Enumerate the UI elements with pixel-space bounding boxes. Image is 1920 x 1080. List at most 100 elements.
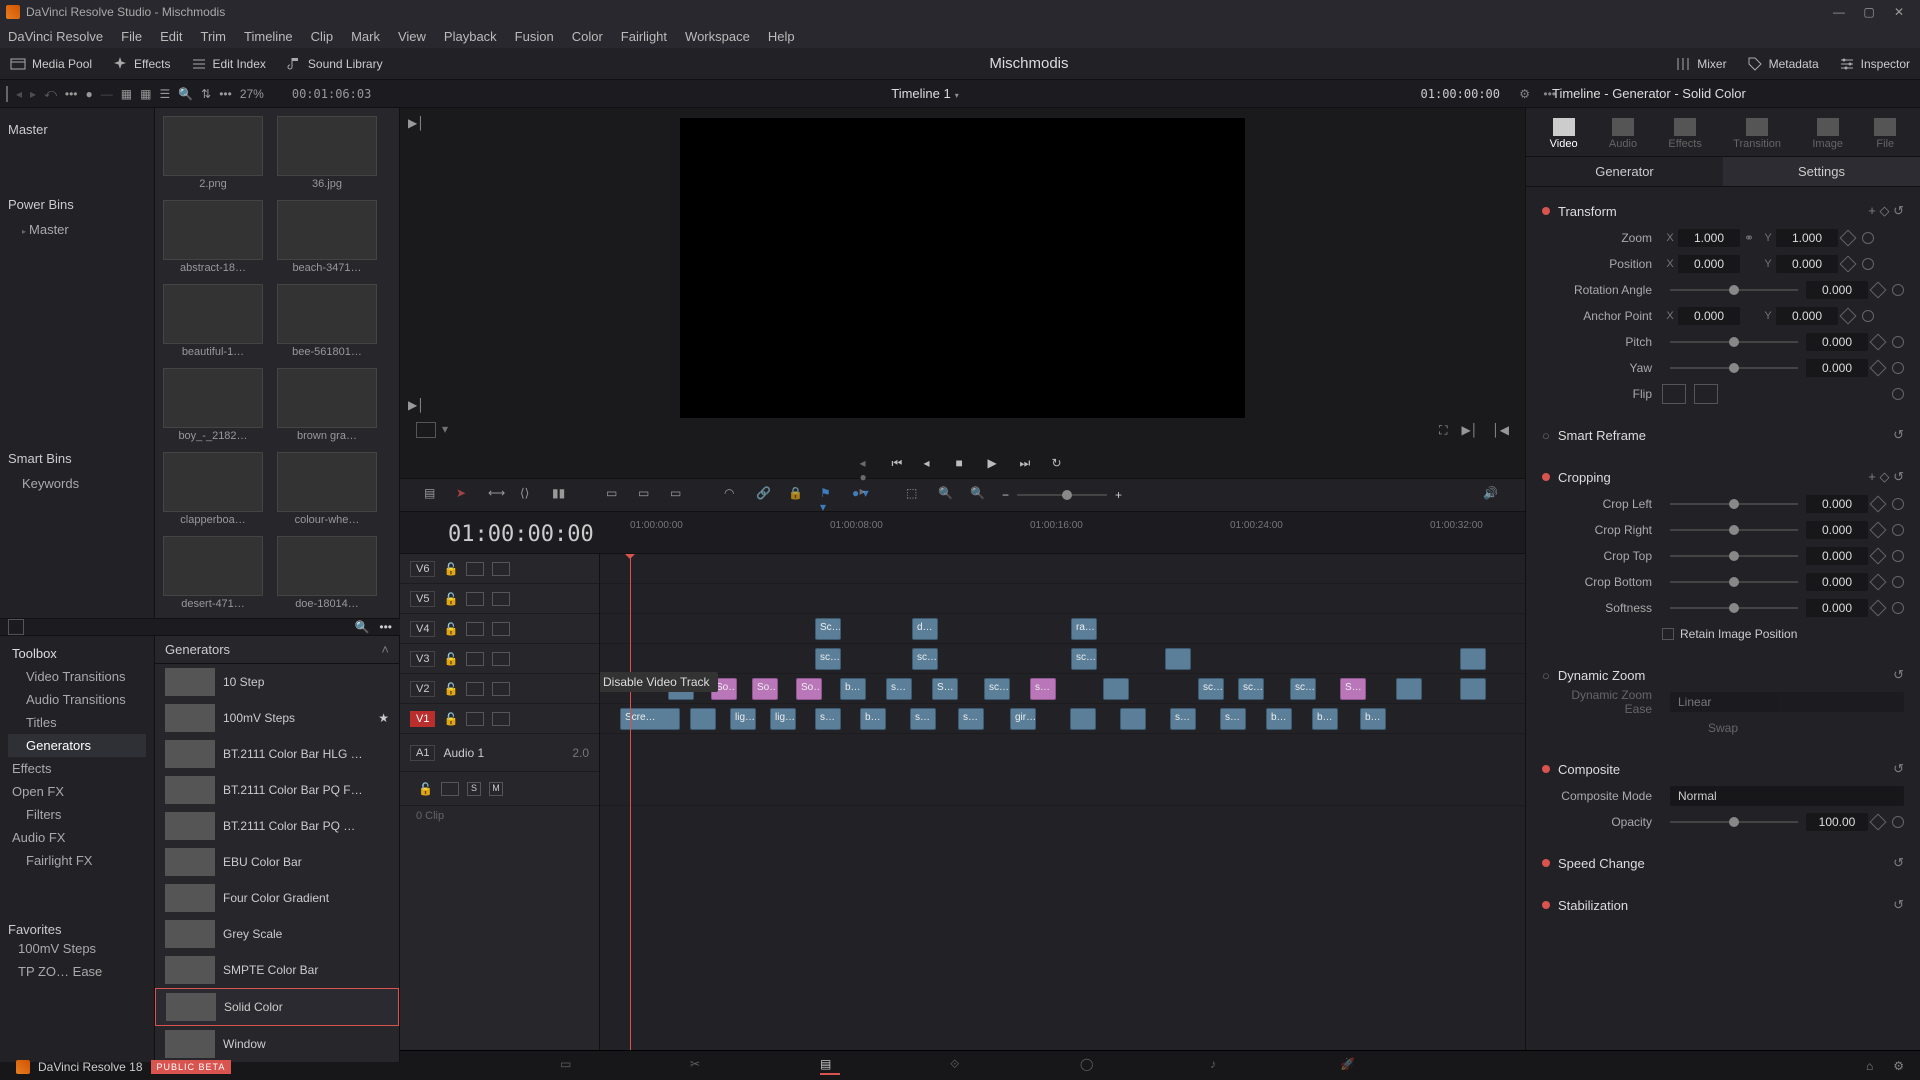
inspector-tab-image[interactable]: Image	[1812, 114, 1843, 154]
media-thumb[interactable]: beautiful-1…	[163, 284, 263, 358]
disable-track-v2[interactable]	[492, 682, 510, 696]
sort-icon[interactable]: ⇅	[201, 87, 211, 101]
mixer-toggle[interactable]: Mixer	[1675, 56, 1726, 72]
track-header-v5[interactable]: V5🔓	[400, 584, 599, 614]
subtab-generator[interactable]: Generator	[1526, 157, 1723, 186]
inspector-tab-effects[interactable]: Effects	[1668, 114, 1701, 154]
timeline-clip[interactable]: lig…	[730, 708, 756, 730]
page-fairlight-icon[interactable]: ♪	[1210, 1057, 1230, 1075]
track-header-a1[interactable]: A1 Audio 1 2.0	[400, 734, 599, 772]
timeline-clip[interactable]: lig…	[770, 708, 796, 730]
zoom-x-field[interactable]: 1.000	[1678, 229, 1740, 247]
loop-icon[interactable]: ↻	[1052, 456, 1066, 470]
timeline-clip[interactable]: b…	[1360, 708, 1386, 730]
timeline-clip[interactable]: S…	[932, 678, 958, 700]
keyframe-icon[interactable]	[1840, 230, 1857, 247]
timeline-clip[interactable]: gir…	[1010, 708, 1036, 730]
retain-checkbox[interactable]	[1662, 628, 1674, 640]
timeline-clip[interactable]: b…	[1266, 708, 1292, 730]
menu-davinci[interactable]: DaVinci Resolve	[8, 29, 103, 44]
media-thumb[interactable]: bee-561801…	[277, 284, 377, 358]
dz-ease-select[interactable]: Linear	[1670, 692, 1904, 712]
power-bin-master[interactable]: Master	[8, 218, 146, 241]
swap-button[interactable]: Swap	[1708, 721, 1738, 735]
menu-clip[interactable]: Clip	[311, 29, 333, 44]
timeline-clip[interactable]	[1165, 648, 1191, 670]
section-dynamic-zoom[interactable]: Dynamic Zoom	[1558, 668, 1645, 683]
playhead[interactable]	[630, 554, 631, 1050]
fx-filters[interactable]: Filters	[8, 803, 146, 826]
viewer[interactable]: ▶│ ▶│ ▾ ◂ ● ▸ ⏮ ◂ ■ ▶ ⏭ ↻ ⛶ ▶│ │◀	[400, 108, 1525, 478]
media-thumb[interactable]: desert-471…	[163, 536, 263, 610]
menu-playback[interactable]: Playback	[444, 29, 497, 44]
fx-search-icon[interactable]: 🔍	[354, 620, 369, 634]
reset-icon[interactable]	[1862, 232, 1874, 244]
media-thumb[interactable]: beach-3471…	[277, 200, 377, 274]
mark-out-icon[interactable]: ▶│	[408, 398, 425, 412]
composite-mode-select[interactable]: Normal	[1670, 786, 1904, 806]
timeline-clip[interactable]	[1120, 708, 1146, 730]
crop-left-field[interactable]: 0.000	[1806, 495, 1868, 513]
softness-field[interactable]: 0.000	[1806, 599, 1868, 617]
timeline-clip[interactable]	[690, 708, 716, 730]
page-fusion-icon[interactable]: ⟐	[950, 1057, 970, 1075]
timeline-clip[interactable]: So…	[752, 678, 778, 700]
inspector-toggle[interactable]: Inspector	[1839, 56, 1910, 72]
generator-item[interactable]: BT.2111 Color Bar PQ …	[155, 808, 399, 844]
fav-100mv[interactable]: 100mV Steps	[8, 937, 146, 960]
timeline-clip[interactable]: d…	[912, 618, 938, 640]
menu-mark[interactable]: Mark	[351, 29, 380, 44]
fx-toolbox[interactable]: Toolbox	[8, 642, 146, 665]
opacity-slider[interactable]	[1670, 821, 1798, 823]
section-cropping[interactable]: Cropping	[1558, 470, 1611, 485]
track-header-v6[interactable]: V6🔓	[400, 554, 599, 584]
flag-icon[interactable]: ⚑ ▾	[820, 486, 838, 504]
media-thumb[interactable]: clapperboa…	[163, 452, 263, 526]
track-header-v4[interactable]: V4🔓	[400, 614, 599, 644]
timeline-clip[interactable]	[1396, 678, 1422, 700]
pitch-slider[interactable]	[1670, 341, 1798, 343]
fx-effects[interactable]: Effects	[8, 757, 146, 780]
timeline-clip[interactable]: sc…	[1238, 678, 1264, 700]
bin-view-icon[interactable]	[6, 86, 8, 102]
yaw-slider[interactable]	[1670, 367, 1798, 369]
stop-icon[interactable]: ■	[956, 456, 970, 470]
timeline-clip[interactable]: sc…	[984, 678, 1010, 700]
step-back-icon[interactable]: ◂	[924, 456, 938, 470]
generator-item[interactable]: SMPTE Color Bar	[155, 952, 399, 988]
pos-y-field[interactable]: 0.000	[1776, 255, 1838, 273]
timeline-clip[interactable]: sc…	[815, 648, 841, 670]
timeline-view-options-icon[interactable]: ▤	[424, 486, 442, 504]
timeline-clip[interactable]: b…	[1312, 708, 1338, 730]
detail-zoom-icon[interactable]: 🔍	[970, 486, 988, 504]
media-thumb[interactable]: abstract-18…	[163, 200, 263, 274]
section-stabilization[interactable]: Stabilization	[1558, 898, 1628, 913]
timeline-clip[interactable]: Scre…	[620, 708, 680, 730]
go-last-icon[interactable]: ⏭	[1020, 456, 1034, 470]
minimize-button[interactable]: —	[1824, 5, 1854, 19]
timeline-clip[interactable]	[1070, 708, 1096, 730]
link-icon[interactable]: ⚭	[1744, 231, 1756, 245]
generator-item[interactable]: Grey Scale	[155, 916, 399, 952]
insert-clip-icon[interactable]: ▭	[606, 486, 624, 504]
media-thumb[interactable]: 2.png	[163, 116, 263, 190]
smart-bins-header[interactable]: Smart Bins	[8, 451, 146, 466]
crop-bottom-field[interactable]: 0.000	[1806, 573, 1868, 591]
fx-titles[interactable]: Titles	[8, 711, 146, 734]
subtab-settings[interactable]: Settings	[1723, 157, 1920, 186]
anchor-y-field[interactable]: 0.000	[1776, 307, 1838, 325]
media-thumb[interactable]: 36.jpg	[277, 116, 377, 190]
gear-icon[interactable]: ⚙	[1519, 87, 1530, 101]
home-icon[interactable]: ⌂	[1866, 1059, 1873, 1073]
track-header-v3[interactable]: V3🔓	[400, 644, 599, 674]
crop-top-field[interactable]: 0.000	[1806, 547, 1868, 565]
retime-icon[interactable]: ◠	[724, 486, 742, 504]
overwrite-clip-icon[interactable]: ▭	[638, 486, 656, 504]
view-filmstrip-icon[interactable]: ▦	[121, 87, 132, 101]
timeline-clip[interactable]: s…	[910, 708, 936, 730]
rotation-slider[interactable]	[1670, 289, 1798, 291]
next-edit-icon[interactable]: ▶│	[1462, 423, 1479, 438]
timeline-clip[interactable]: sc…	[1071, 648, 1097, 670]
menu-view[interactable]: View	[398, 29, 426, 44]
fx-video-transitions[interactable]: Video Transitions	[8, 665, 146, 688]
